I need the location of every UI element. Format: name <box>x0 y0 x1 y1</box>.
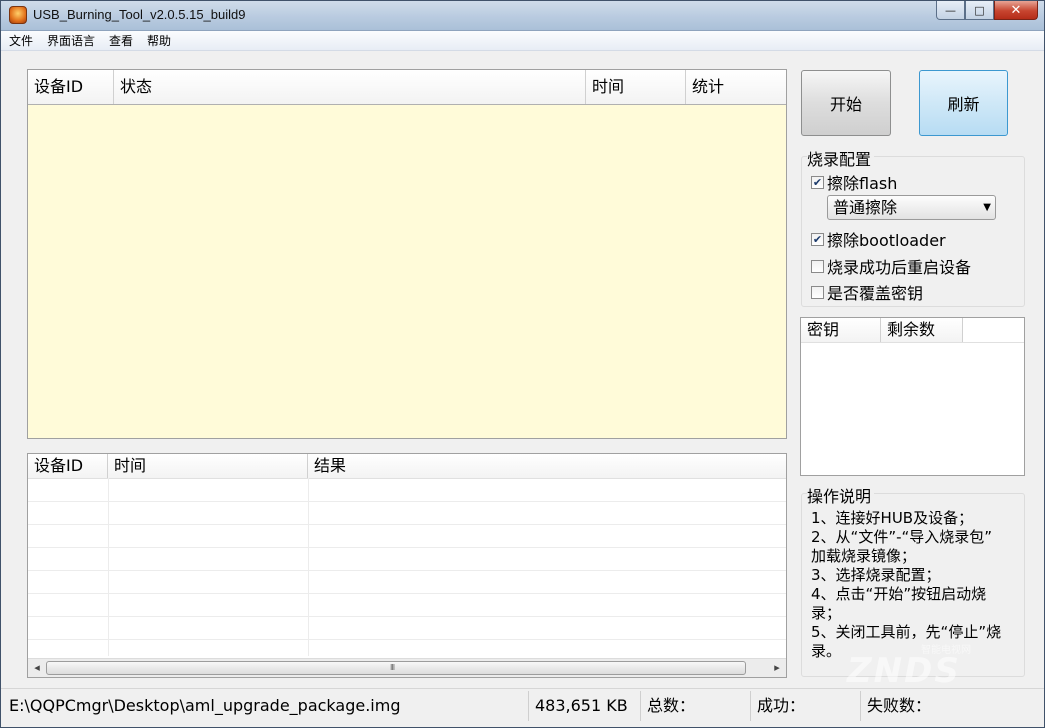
menu-bar: 文件 界面语言 查看 帮助 <box>1 31 1044 51</box>
menu-help[interactable]: 帮助 <box>147 32 171 49</box>
time-header[interactable]: 时间 <box>586 70 686 104</box>
result-time-header[interactable]: 时间 <box>108 454 308 478</box>
burn-config-title: 烧录配置 <box>807 146 875 170</box>
grid-row-line <box>28 570 786 571</box>
menu-file[interactable]: 文件 <box>9 32 33 49</box>
grid-divider <box>308 478 309 656</box>
app-icon <box>9 6 27 24</box>
package-path: E:\QQPCmgr\Desktop\aml_upgrade_package.i… <box>5 691 529 721</box>
key-table[interactable]: 密钥 剩余数 <box>800 317 1025 476</box>
package-size: 483,651 KB <box>531 691 641 721</box>
erase-mode-value: 普通擦除 <box>833 198 898 217</box>
overwrite-key-checkbox[interactable] <box>811 285 824 299</box>
status-bar: E:\QQPCmgr\Desktop\aml_upgrade_package.i… <box>1 688 1044 722</box>
reboot-after-label: 烧录成功后重启设备 <box>827 258 972 277</box>
erase-bootloader-label: 擦除bootloader <box>827 231 946 250</box>
minimize-button[interactable]: — <box>936 1 965 20</box>
total-count: 总数： <box>643 691 751 721</box>
menu-view[interactable]: 查看 <box>109 32 133 49</box>
remaining-header[interactable]: 剩余数 <box>881 318 963 342</box>
erase-bootloader-checkbox[interactable]: ✔ <box>811 232 824 246</box>
device-id-header[interactable]: 设备ID <box>28 70 114 104</box>
grid-row-line <box>28 547 786 548</box>
instruction-line: 录； <box>811 604 842 622</box>
erase-flash-checkbox[interactable]: ✔ <box>811 175 824 189</box>
status-header[interactable]: 状态 <box>114 70 586 104</box>
start-button[interactable]: 开始 <box>801 70 891 136</box>
app-window: USB_Burning_Tool_v2.0.5.15_build9 — □ ✕ … <box>0 0 1045 728</box>
horizontal-scrollbar[interactable]: ◂ III ▸ <box>28 658 786 677</box>
chevron-down-icon: ▼ <box>983 202 991 213</box>
window-title: USB_Burning_Tool_v2.0.5.15_build9 <box>33 7 246 22</box>
result-header[interactable]: 结果 <box>308 454 786 478</box>
fail-count: 失败数： <box>867 696 932 715</box>
reboot-after-checkbox[interactable] <box>811 259 824 273</box>
scroll-left-icon[interactable]: ◂ <box>30 660 44 676</box>
scroll-thumb[interactable]: III <box>46 661 746 675</box>
instructions-title: 操作说明 <box>807 483 875 507</box>
scroll-grip-icon: III <box>390 663 395 672</box>
title-bar[interactable]: USB_Burning_Tool_v2.0.5.15_build9 — □ ✕ <box>1 1 1044 31</box>
grid-row-line <box>28 593 786 594</box>
close-button[interactable]: ✕ <box>994 1 1038 20</box>
instruction-line: 加载烧录镜像； <box>811 547 917 565</box>
erase-flash-label: 擦除flash <box>827 174 898 193</box>
result-table[interactable]: 设备ID 时间 结果 ◂ III ▸ <box>27 453 787 678</box>
menu-language[interactable]: 界面语言 <box>47 32 95 49</box>
grid-divider <box>108 478 109 656</box>
scroll-right-icon[interactable]: ▸ <box>770 660 784 676</box>
success-count: 成功： <box>753 691 861 721</box>
overwrite-key-label: 是否覆盖密钥 <box>827 284 924 303</box>
grid-row-line <box>28 639 786 640</box>
instruction-line: 4、点击“开始”按钮启动烧 <box>811 585 987 603</box>
instruction-line: 2、从“文件”-“导入烧录包” <box>811 528 993 546</box>
reboot-after-option[interactable]: 烧录成功后重启设备 <box>811 254 971 278</box>
overwrite-key-option[interactable]: 是否覆盖密钥 <box>811 280 923 304</box>
grid-row-line <box>28 524 786 525</box>
maximize-button[interactable]: □ <box>965 1 994 20</box>
grid-row-line <box>28 616 786 617</box>
watermark-logo-text: ZNDS <box>847 651 961 691</box>
znds-watermark: 智能电视网 ZNDS <box>847 637 997 691</box>
refresh-button[interactable]: 刷新 <box>919 70 1008 136</box>
erase-mode-dropdown[interactable]: 普通擦除 ▼ <box>827 195 996 220</box>
instruction-line: 1、连接好HUB及设备； <box>811 509 974 527</box>
erase-flash-option[interactable]: ✔ 擦除flash <box>811 170 897 194</box>
device-table[interactable]: 设备ID 状态 时间 统计 <box>27 69 787 439</box>
result-device-id-header[interactable]: 设备ID <box>28 454 108 478</box>
instruction-line: 3、选择烧录配置； <box>811 566 941 584</box>
erase-bootloader-option[interactable]: ✔ 擦除bootloader <box>811 227 946 251</box>
grid-row-line <box>28 501 786 502</box>
key-header[interactable]: 密钥 <box>801 318 881 342</box>
stats-header[interactable]: 统计 <box>686 70 786 104</box>
